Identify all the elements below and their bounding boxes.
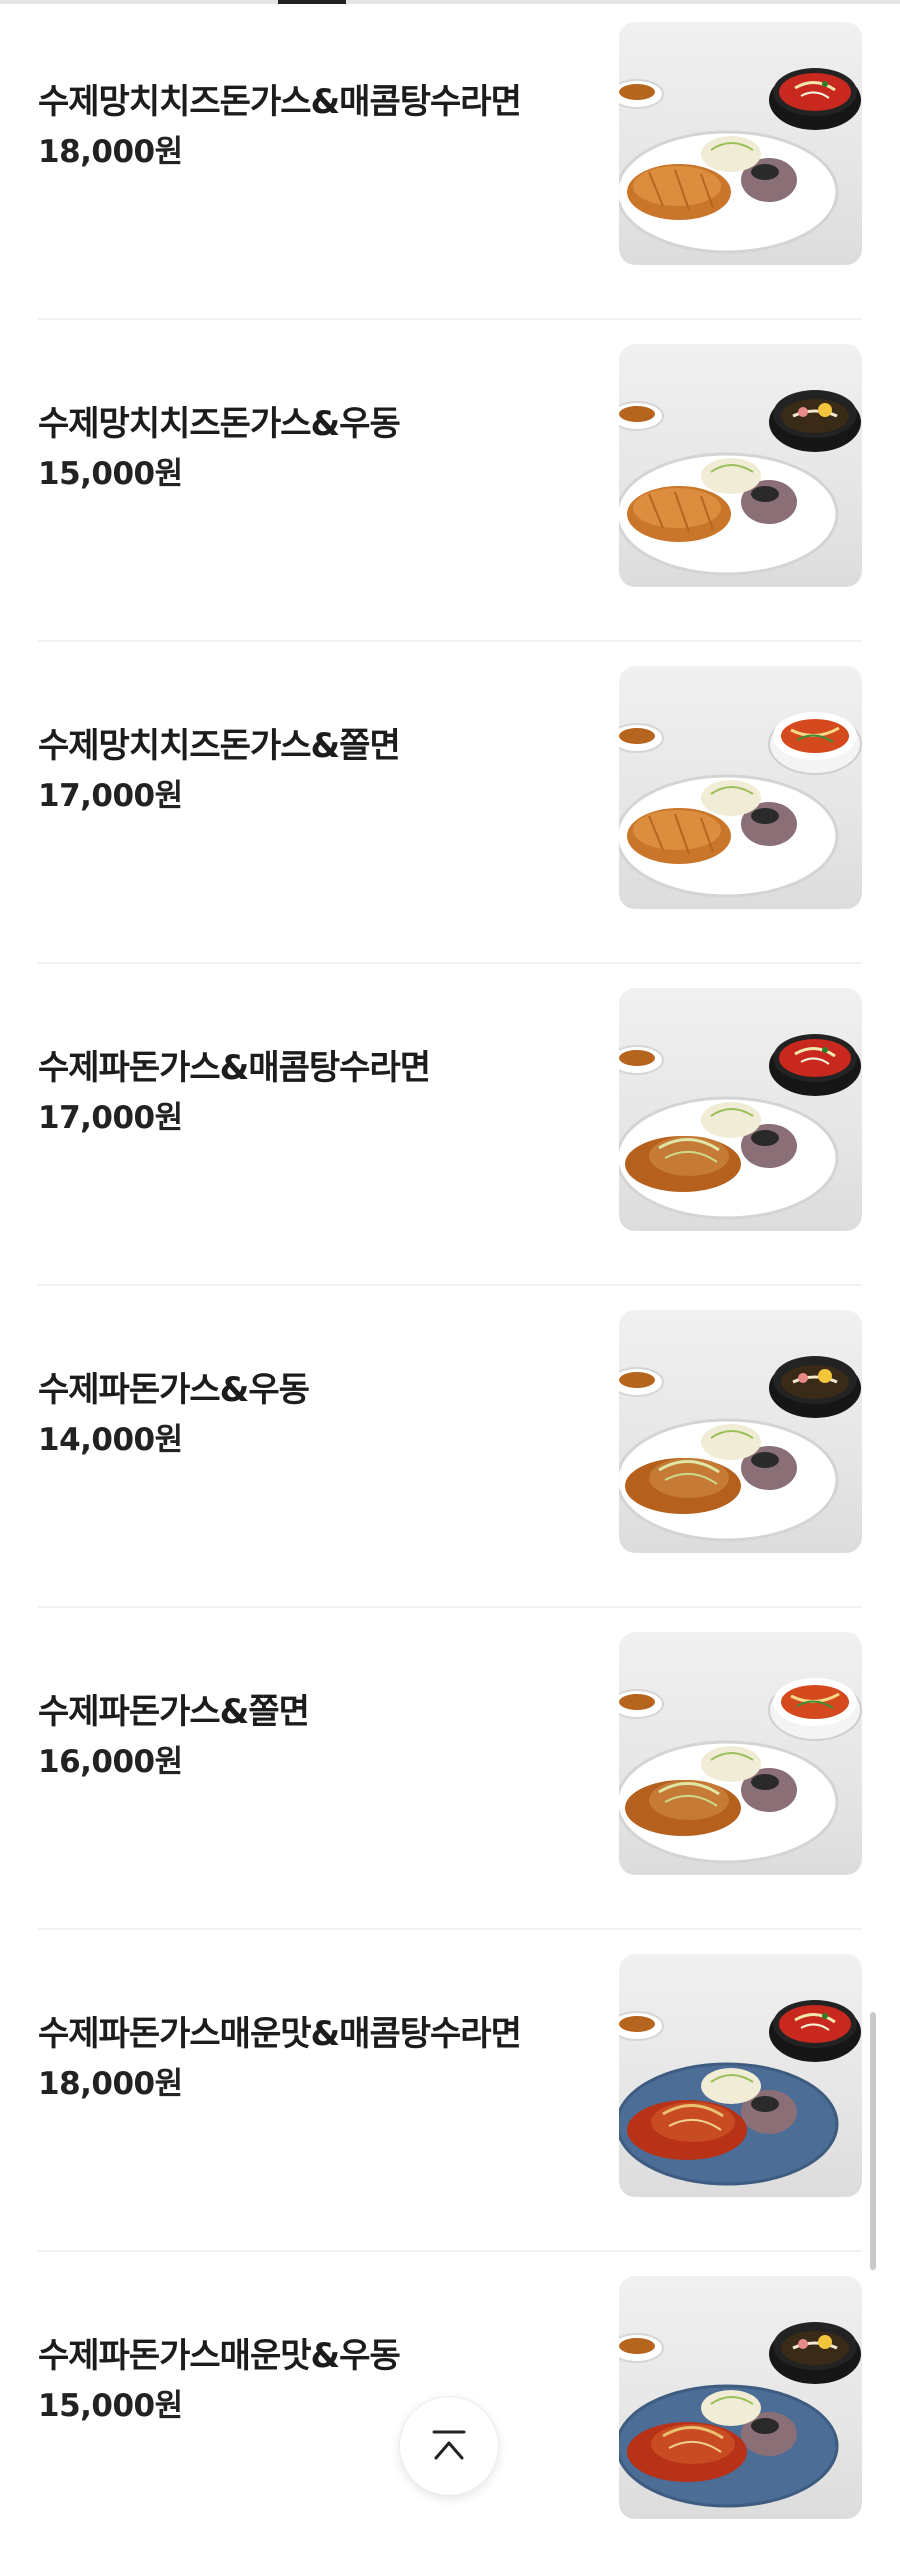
menu-item-price: 18,000원 bbox=[38, 2066, 183, 2102]
menu-item-name: 수제파돈가스&우동 bbox=[38, 1370, 310, 1410]
menu-item-text: 수제망치치즈돈가스&우동 15,000원 bbox=[38, 400, 578, 496]
item-divider bbox=[38, 2250, 862, 2252]
item-divider bbox=[38, 1284, 862, 1286]
menu-item[interactable]: 수제파돈가스&쫄면 16,000원 bbox=[0, 1610, 900, 1930]
menu-item-price: 14,000원 bbox=[38, 1422, 183, 1458]
menu-item-text: 수제파돈가스&매콤탕수라면 17,000원 bbox=[38, 1044, 578, 1140]
menu-item-price: 16,000원 bbox=[38, 1744, 183, 1780]
menu-item-photo[interactable] bbox=[619, 1954, 862, 2197]
menu-item-photo[interactable] bbox=[619, 2276, 862, 2519]
menu-item-photo[interactable] bbox=[619, 344, 862, 587]
menu-item-price: 18,000원 bbox=[38, 134, 183, 170]
menu-item-text: 수제망치치즈돈가스&매콤탕수라면 18,000원 bbox=[38, 78, 578, 174]
item-divider bbox=[38, 318, 862, 320]
menu-item-price: 17,000원 bbox=[38, 1100, 183, 1136]
menu-item[interactable]: 수제파돈가스&우동 14,000원 bbox=[0, 1288, 900, 1608]
menu-item[interactable]: 수제파돈가스&매콤탕수라면 17,000원 bbox=[0, 966, 900, 1286]
menu-item-name: 수제파돈가스&매콤탕수라면 bbox=[38, 1048, 431, 1088]
menu-item-name: 수제파돈가스매운맛&매콤탕수라면 bbox=[38, 2014, 522, 2054]
item-divider bbox=[38, 962, 862, 964]
menu-item-text: 수제파돈가스&쫄면 16,000원 bbox=[38, 1688, 578, 1784]
menu-item-name: 수제망치치즈돈가스&쫄면 bbox=[38, 726, 401, 766]
scroll-to-top-button[interactable] bbox=[399, 2396, 499, 2496]
menu-item-price: 15,000원 bbox=[38, 456, 183, 492]
menu-item-text: 수제망치치즈돈가스&쫄면 17,000원 bbox=[38, 722, 578, 818]
menu-item-price: 17,000원 bbox=[38, 778, 183, 814]
menu-item-text: 수제파돈가스매운맛&매콤탕수라면 18,000원 bbox=[38, 2010, 578, 2106]
menu-item[interactable]: 수제망치치즈돈가스&쫄면 17,000원 bbox=[0, 644, 900, 964]
item-divider bbox=[38, 1928, 862, 1930]
menu-item-photo[interactable] bbox=[619, 22, 862, 265]
chevron-up-icon bbox=[432, 2430, 466, 2460]
menu-item-photo[interactable] bbox=[619, 988, 862, 1231]
menu-item[interactable]: 수제망치치즈돈가스&매콤탕수라면 18,000원 bbox=[0, 0, 900, 320]
menu-item-photo[interactable] bbox=[619, 1632, 862, 1875]
menu-item-price: 15,000원 bbox=[38, 2388, 183, 2424]
menu-item-text: 수제파돈가스매운맛&우동 15,000원 bbox=[38, 2332, 578, 2428]
scrollbar-thumb[interactable] bbox=[870, 2012, 876, 2270]
menu-item[interactable]: 수제파돈가스매운맛&매콤탕수라면 18,000원 bbox=[0, 1932, 900, 2252]
menu-item-photo[interactable] bbox=[619, 666, 862, 909]
menu-item[interactable]: 수제망치치즈돈가스&우동 15,000원 bbox=[0, 322, 900, 642]
menu-item-name: 수제망치치즈돈가스&매콤탕수라면 bbox=[38, 82, 522, 122]
menu-item-photo[interactable] bbox=[619, 1310, 862, 1553]
menu-item-name: 수제파돈가스&쫄면 bbox=[38, 1692, 310, 1732]
menu-item-text: 수제파돈가스&우동 14,000원 bbox=[38, 1366, 578, 1462]
item-divider bbox=[38, 640, 862, 642]
menu-item-name: 수제파돈가스매운맛&우동 bbox=[38, 2336, 401, 2376]
menu-item-name: 수제망치치즈돈가스&우동 bbox=[38, 404, 401, 444]
item-divider bbox=[38, 1606, 862, 1608]
